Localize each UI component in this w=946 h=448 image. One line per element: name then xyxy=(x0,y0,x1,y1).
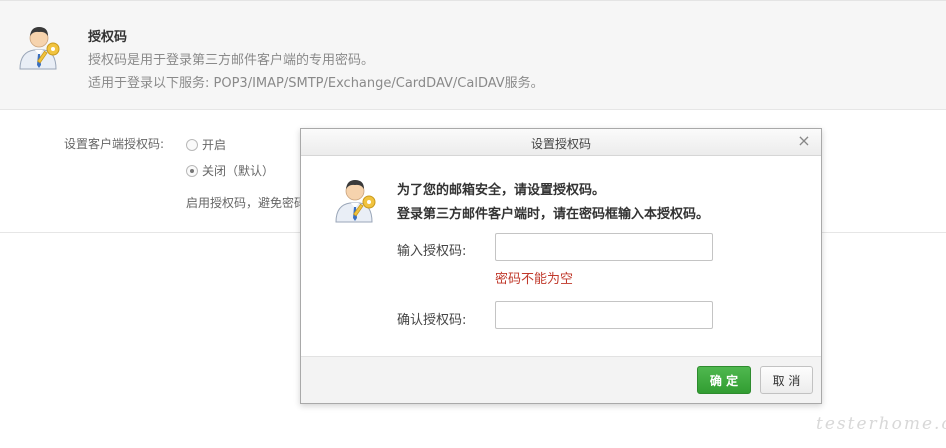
page-title: 授权码 xyxy=(88,30,128,45)
radio-icon[interactable] xyxy=(186,138,198,151)
radio-option-off-label: 关闭（默认） xyxy=(202,164,275,178)
cancel-button[interactable]: 取 消 xyxy=(760,366,813,394)
dialog-footer: 确 定 取 消 xyxy=(301,356,821,403)
radio-option-on-label: 开启 xyxy=(202,138,227,152)
auth-code-input-label: 输入授权码: xyxy=(397,244,467,259)
user-key-icon xyxy=(19,27,60,70)
radio-checked-icon[interactable] xyxy=(186,164,198,177)
confirm-code-input-label: 确认授权码: xyxy=(397,313,467,328)
dialog-message-instruction: 登录第三方邮件客户端时，请在密码框输入本授权码。 xyxy=(397,207,710,222)
dialog-message-security: 为了您的邮箱安全，请设置授权码。 xyxy=(397,183,606,198)
radio-option-off[interactable]: 关闭（默认） xyxy=(186,162,274,179)
error-message: 密码不能为空 xyxy=(495,272,574,287)
enable-note: 启用授权码，避免密码泄露 xyxy=(186,196,301,210)
watermark: testerhome.com xyxy=(816,414,946,434)
set-auth-code-dialog: 设置授权码 × 为了您的邮箱安全，请设置授权码。 登录第三方邮件客户端时，请在密… xyxy=(300,128,822,404)
header-services: 适用于登录以下服务: POP3/IMAP/SMTP/Exchange/CardD… xyxy=(88,76,544,91)
user-key-icon xyxy=(335,180,376,223)
auth-code-header: 授权码 授权码是用于登录第三方邮件客户端的专用密码。 适用于登录以下服务: PO… xyxy=(0,0,946,110)
close-icon[interactable]: × xyxy=(796,132,812,150)
confirm-button[interactable]: 确 定 xyxy=(697,366,751,394)
header-description: 授权码是用于登录第三方邮件客户端的专用密码。 xyxy=(88,53,375,68)
radio-option-on[interactable]: 开启 xyxy=(186,136,226,153)
dialog-title: 设置授权码 xyxy=(530,137,591,151)
auth-code-input[interactable] xyxy=(495,233,713,261)
client-auth-label: 设置客户端授权码: xyxy=(64,137,165,151)
confirm-code-input[interactable] xyxy=(495,301,713,329)
dialog-titlebar: 设置授权码 × xyxy=(301,129,821,156)
